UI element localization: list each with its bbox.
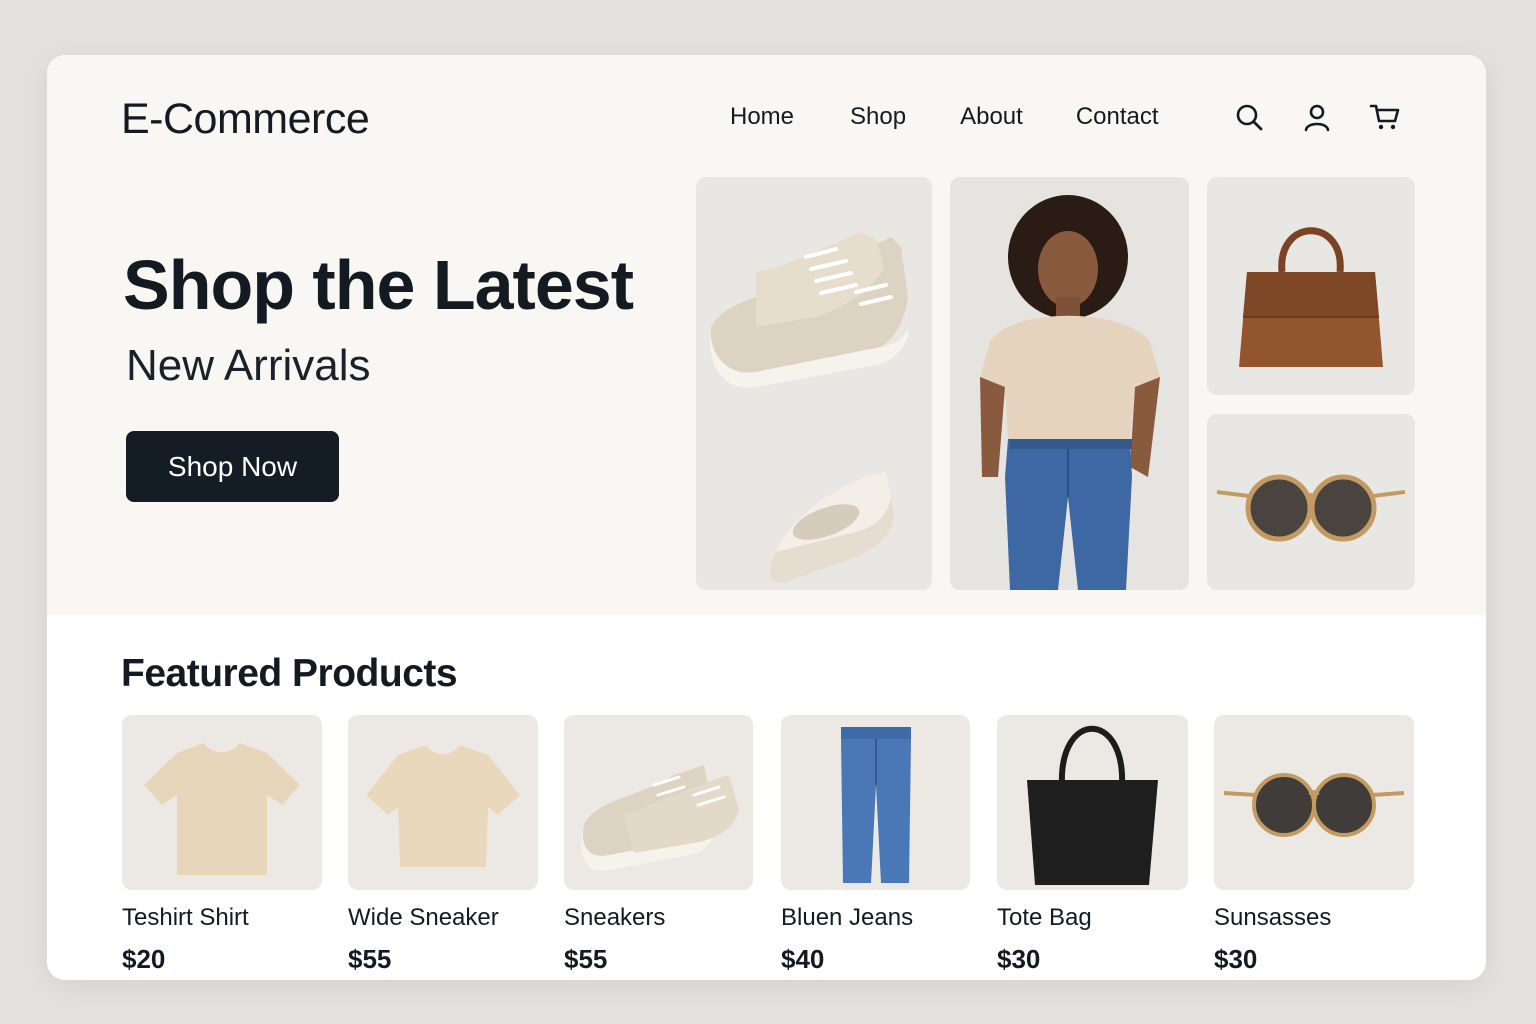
- product-card[interactable]: Tote Bag $30: [997, 715, 1188, 975]
- product-image-tote-bag[interactable]: [997, 715, 1188, 890]
- search-icon[interactable]: [1233, 101, 1265, 133]
- product-name[interactable]: Wide Sneaker: [348, 904, 538, 932]
- hero-sneakers-image[interactable]: [696, 177, 932, 590]
- product-image-jeans[interactable]: [781, 715, 970, 890]
- main-nav: Home Shop About Contact: [730, 103, 1159, 131]
- product-name[interactable]: Sunsasses: [1214, 904, 1414, 932]
- product-price: $55: [348, 944, 392, 974]
- product-price: $20: [122, 944, 166, 974]
- product-name[interactable]: Sneakers: [564, 904, 753, 932]
- product-name[interactable]: Teshirt Shirt: [122, 904, 322, 932]
- product-card[interactable]: Wide Sneaker $55: [348, 715, 538, 975]
- hero-sunglasses-image[interactable]: [1207, 414, 1415, 590]
- product-image-tshirt[interactable]: [122, 715, 322, 890]
- product-image-sunglasses[interactable]: [1214, 715, 1414, 890]
- featured-products-title: Featured Products: [121, 652, 458, 695]
- brand-logo[interactable]: E-Commerce: [121, 95, 370, 144]
- nav-home[interactable]: Home: [730, 103, 794, 131]
- product-card[interactable]: Sunsasses $30: [1214, 715, 1414, 975]
- product-card[interactable]: Teshirt Shirt $20: [122, 715, 322, 975]
- user-icon[interactable]: [1301, 101, 1333, 133]
- product-price: $30: [1214, 944, 1258, 974]
- nav-contact[interactable]: Contact: [1076, 103, 1159, 131]
- shop-now-button[interactable]: Shop Now: [126, 431, 339, 502]
- hero-handbag-image[interactable]: [1207, 177, 1415, 395]
- product-card[interactable]: Sneakers $55: [564, 715, 753, 975]
- product-price: $30: [997, 944, 1041, 974]
- product-name[interactable]: Bluen Jeans: [781, 904, 970, 932]
- product-image-wide-shirt[interactable]: [348, 715, 538, 890]
- hero-title: Shop the Latest: [123, 246, 634, 324]
- product-price: $40: [781, 944, 825, 974]
- product-name[interactable]: Tote Bag: [997, 904, 1188, 932]
- header-icons: [1233, 101, 1401, 133]
- product-image-sneakers[interactable]: [564, 715, 753, 890]
- cart-icon[interactable]: [1369, 101, 1401, 133]
- hero-model-image[interactable]: [950, 177, 1189, 590]
- product-card[interactable]: Bluen Jeans $40: [781, 715, 970, 975]
- product-price: $55: [564, 944, 608, 974]
- storefront-window: E-Commerce Home Shop About Contact Shop …: [47, 55, 1486, 980]
- hero-subtitle: New Arrivals: [126, 341, 371, 390]
- nav-shop[interactable]: Shop: [850, 103, 906, 131]
- nav-about[interactable]: About: [960, 103, 1023, 131]
